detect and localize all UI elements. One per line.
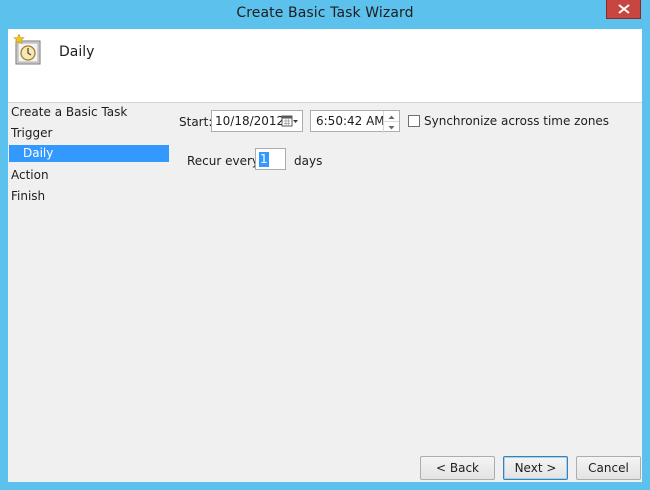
sync-timezones-checkbox[interactable] — [408, 115, 420, 127]
step-daily[interactable]: Daily — [9, 145, 169, 162]
step-daily-label: Daily — [23, 146, 54, 160]
recur-unit-label: days — [294, 154, 323, 168]
recur-every-label: Recur every: — [187, 154, 263, 168]
recur-days-input[interactable]: 1 — [255, 148, 286, 170]
calendar-dropdown-icon[interactable] — [281, 114, 299, 129]
page-title: Daily — [59, 44, 95, 60]
spin-up-icon[interactable] — [384, 111, 399, 122]
step-action[interactable]: Action — [11, 168, 49, 182]
time-spinner[interactable] — [383, 111, 399, 133]
back-button[interactable]: < Back — [420, 456, 495, 480]
recur-days-value: 1 — [259, 152, 269, 167]
start-time-value: 6:50:42 AM — [316, 114, 385, 128]
cancel-button[interactable]: Cancel — [576, 456, 641, 480]
step-create-basic-task[interactable]: Create a Basic Task — [11, 105, 127, 119]
wizard-window: Create Basic Task Wizard Daily Create a … — [0, 0, 650, 490]
window-title: Create Basic Task Wizard — [236, 5, 414, 21]
wizard-header: Daily — [8, 29, 642, 103]
spin-down-icon[interactable] — [384, 122, 399, 132]
start-time-picker[interactable]: 6:50:42 AM — [310, 110, 400, 133]
title-bar[interactable]: Create Basic Task Wizard — [0, 0, 650, 29]
step-trigger[interactable]: Trigger — [11, 126, 52, 140]
close-icon — [618, 4, 630, 14]
start-date-picker[interactable]: 10/18/2012 — [211, 110, 303, 132]
sync-timezones-label[interactable]: Synchronize across time zones — [424, 114, 609, 128]
step-finish[interactable]: Finish — [11, 189, 45, 203]
start-date-value: 10/18/2012 — [215, 114, 285, 128]
next-button[interactable]: Next > — [503, 456, 568, 480]
close-button[interactable] — [606, 0, 641, 19]
calendar-clock-icon — [13, 33, 43, 66]
start-label: Start: — [179, 115, 213, 129]
wizard-client-area: Daily Create a Basic Task Trigger Daily … — [8, 29, 642, 482]
